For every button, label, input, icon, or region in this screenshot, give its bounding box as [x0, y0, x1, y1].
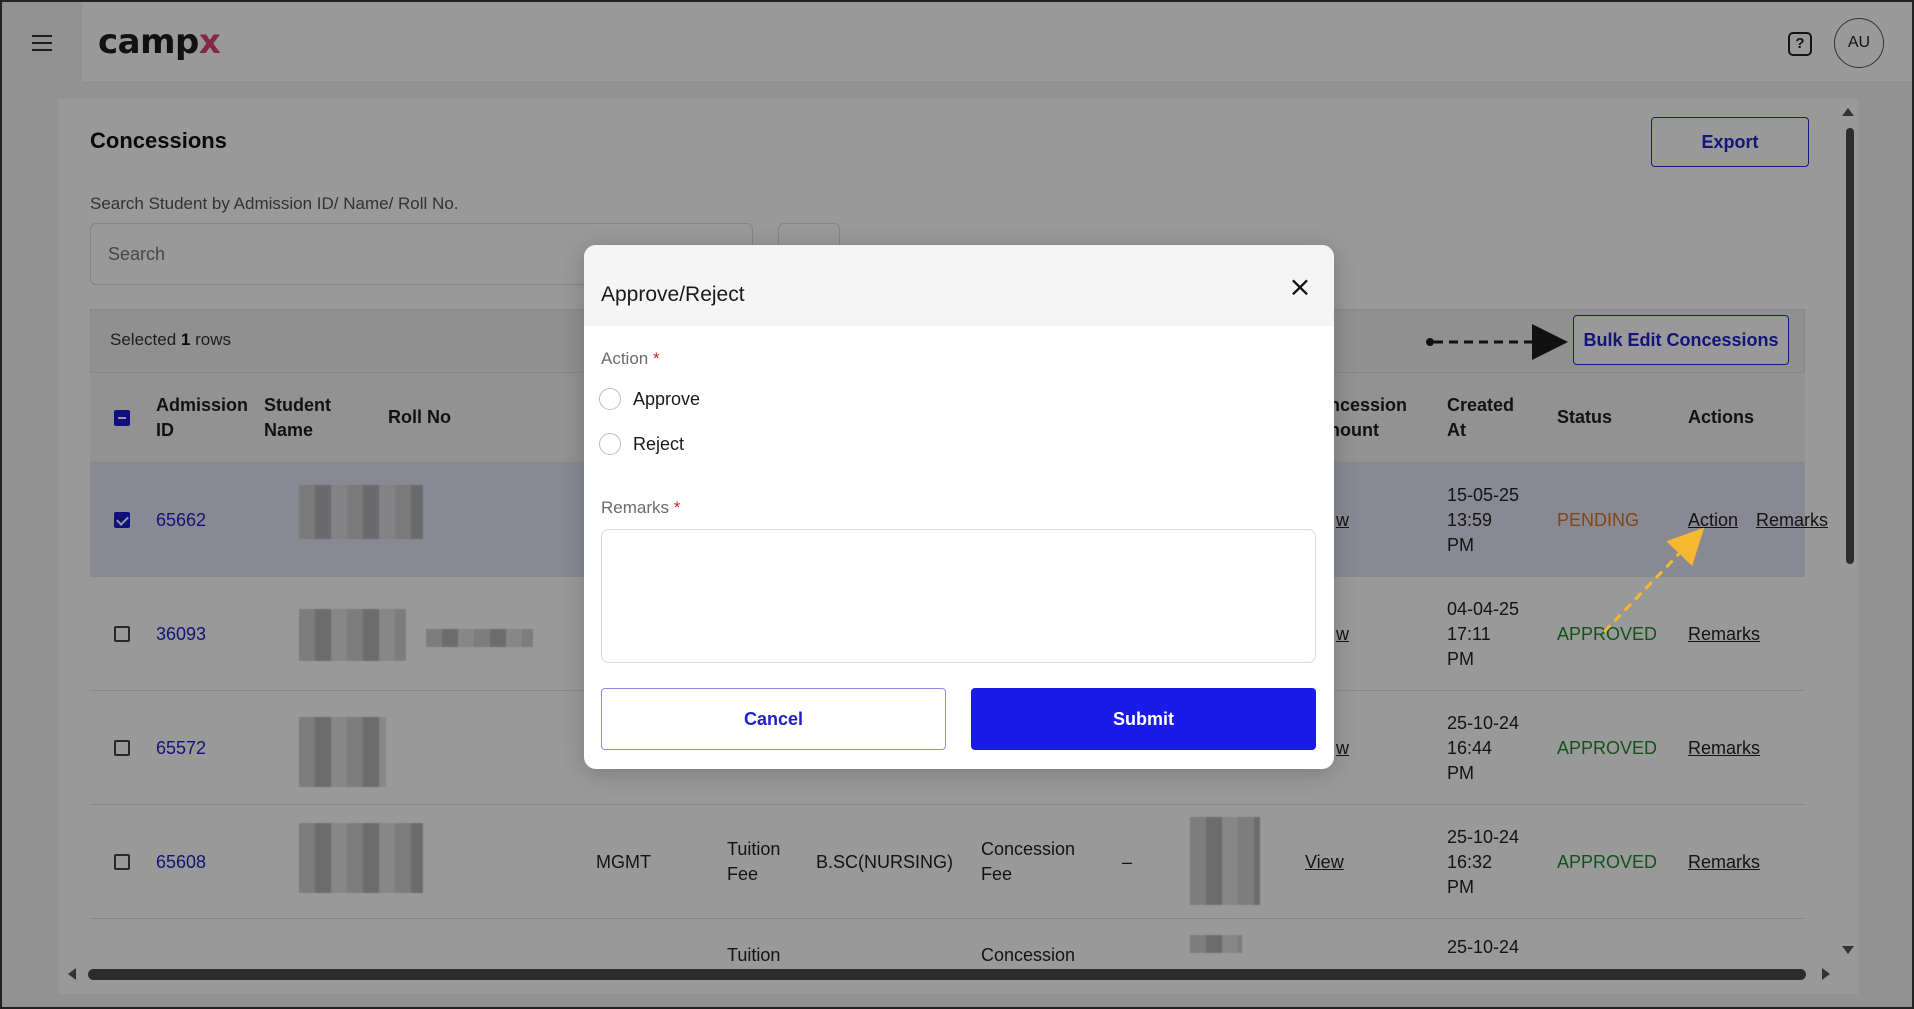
reject-radio-label[interactable]: Reject — [633, 434, 684, 455]
action-field-label: Action * — [601, 349, 660, 368]
reject-radio[interactable] — [599, 433, 621, 455]
remarks-textarea[interactable] — [601, 529, 1316, 663]
modal-header: Approve/Reject × — [584, 245, 1334, 326]
app-frame: campx ? AU Concessions Export Search Stu… — [0, 0, 1914, 1009]
remarks-field-label: Remarks * — [601, 498, 681, 517]
close-icon[interactable]: × — [1285, 272, 1315, 302]
approve-radio[interactable] — [599, 388, 621, 410]
modal-title: Approve/Reject — [601, 283, 745, 306]
approve-reject-modal: Approve/Reject × Action * Approve Reject… — [584, 245, 1334, 769]
submit-button[interactable]: Submit — [971, 688, 1316, 750]
approve-radio-label[interactable]: Approve — [633, 389, 700, 410]
cancel-button[interactable]: Cancel — [601, 688, 946, 750]
